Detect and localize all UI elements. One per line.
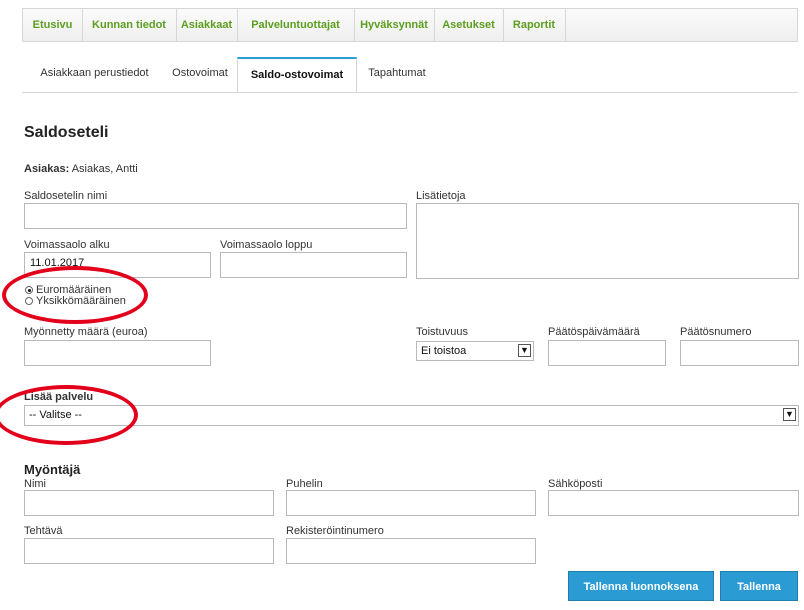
valid-to-label: Voimassaolo loppu [220, 239, 313, 251]
amount-input[interactable] [24, 340, 211, 366]
valid-to-input[interactable] [220, 252, 407, 278]
nav-palveluntuottajat[interactable]: Palveluntuottajat [237, 9, 355, 41]
nav-hyvaksynnat[interactable]: Hyväksynnät [354, 9, 435, 41]
tab-tapahtumat[interactable]: Tapahtumat [357, 57, 437, 93]
save-button[interactable]: Tallenna [720, 571, 798, 601]
nav-kunnan-tiedot[interactable]: Kunnan tiedot [82, 9, 177, 41]
grantor-email-label: Sähköposti [548, 478, 603, 490]
main-nav: Etusivu Kunnan tiedot Asiakkaat Palvelun… [22, 8, 798, 42]
customer-label: Asiakas: [24, 163, 70, 175]
tab-divider [22, 92, 798, 93]
recurrence-value: Ei toistoa [421, 345, 467, 357]
decision-date-input[interactable] [548, 340, 666, 366]
chevron-down-icon[interactable]: ▼ [783, 408, 796, 421]
chevron-down-icon[interactable]: ▼ [518, 344, 531, 357]
nav-asiakkaat[interactable]: Asiakkaat [176, 9, 238, 41]
annotation-circle [2, 266, 148, 324]
voucher-name-input[interactable] [24, 203, 407, 229]
save-draft-button[interactable]: Tallenna luonnoksena [568, 571, 714, 601]
extra-info-textarea[interactable] [416, 203, 799, 279]
customer-line: Asiakas: Asiakas, Antti [24, 163, 138, 175]
grantor-phone-input[interactable] [286, 490, 536, 516]
tab-asiakkaan-perustiedot[interactable]: Asiakkaan perustiedot [26, 57, 163, 93]
tab-ostovoimat[interactable]: Ostovoimat [163, 57, 237, 93]
tab-saldo-ostovoimat[interactable]: Saldo-ostovoimat [237, 57, 357, 93]
extra-info-label: Lisätietoja [416, 190, 466, 202]
decision-date-label: Päätöspäivämäärä [548, 326, 640, 338]
grantor-reg-input[interactable] [286, 538, 536, 564]
grantor-title: Myöntäjä [24, 462, 81, 477]
add-service-select[interactable]: -- Valitse -- ▼ [24, 405, 799, 426]
grantor-phone-label: Puhelin [286, 478, 323, 490]
amount-label: Myönnetty määrä (euroa) [24, 326, 148, 338]
decision-number-input[interactable] [680, 340, 799, 366]
recurrence-select[interactable]: Ei toistoa ▼ [416, 341, 534, 361]
valid-from-label: Voimassaolo alku [24, 239, 110, 251]
annotation-circle [0, 385, 138, 445]
nav-raportit[interactable]: Raportit [503, 9, 566, 41]
grantor-role-input[interactable] [24, 538, 274, 564]
decision-number-label: Päätösnumero [680, 326, 752, 338]
customer-name: Asiakas, Antti [71, 163, 138, 175]
page-title: Saldoseteli [24, 124, 109, 141]
grantor-name-label: Nimi [24, 478, 46, 490]
grantor-role-label: Tehtävä [24, 525, 63, 537]
grantor-email-input[interactable] [548, 490, 799, 516]
nav-asetukset[interactable]: Asetukset [434, 9, 504, 41]
nav-etusivu[interactable]: Etusivu [23, 9, 83, 41]
recurrence-label: Toistuvuus [416, 326, 468, 338]
grantor-reg-label: Rekisteröintinumero [286, 525, 384, 537]
grantor-name-input[interactable] [24, 490, 274, 516]
voucher-name-label: Saldosetelin nimi [24, 190, 108, 202]
